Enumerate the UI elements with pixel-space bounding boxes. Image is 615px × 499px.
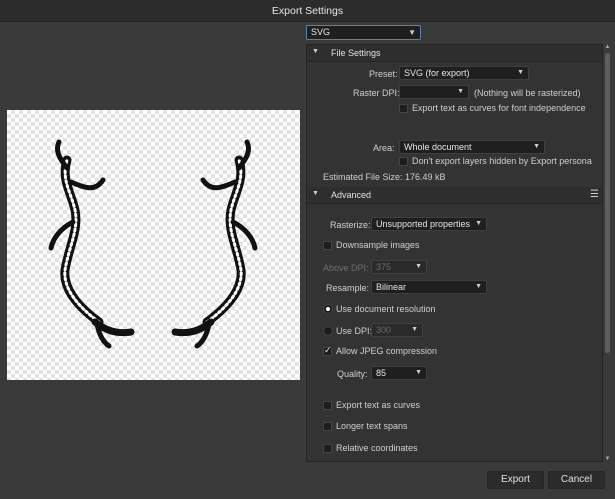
use-dpi-label: Use DPI: xyxy=(336,326,373,336)
format-select[interactable]: SVG ▼ xyxy=(306,25,421,40)
use-document-resolution-label: Use document resolution xyxy=(336,304,436,314)
collapse-arrow-icon: ▼ xyxy=(312,48,319,55)
downsample-label: Downsample images xyxy=(336,240,420,250)
chevron-down-icon: ▼ xyxy=(533,143,540,150)
rasterize-dropdown[interactable]: Unsupported properties ▼ xyxy=(371,217,487,231)
scroll-down-icon[interactable]: ▼ xyxy=(604,456,611,462)
window-title: Export Settings xyxy=(271,5,344,17)
preset-dropdown[interactable]: SVG (for export) ▼ xyxy=(399,66,529,80)
downsample-checkbox[interactable] xyxy=(323,241,332,250)
title-bar: Export Settings xyxy=(0,0,615,22)
raster-note: (Nothing will be rasterized) xyxy=(474,88,581,98)
chevron-down-icon: ▼ xyxy=(475,220,482,227)
resample-label: Resample: xyxy=(326,283,370,293)
chevron-down-icon: ▼ xyxy=(415,369,422,376)
scrollbar[interactable]: ▲ ▼ xyxy=(604,44,611,462)
advanced-header[interactable]: ▼ Advanced ☰ xyxy=(307,187,602,204)
export-text-curves-font-checkbox[interactable] xyxy=(399,104,408,113)
allow-jpeg-checkbox[interactable]: ✓ xyxy=(323,345,332,356)
estimated-file-size: Estimated File Size: 176.49 kB xyxy=(323,172,446,182)
radio-selected-dot xyxy=(326,307,330,311)
longer-text-spans-label: Longer text spans xyxy=(336,421,408,431)
scroll-up-icon[interactable]: ▲ xyxy=(604,44,611,50)
chevron-down-icon: ▼ xyxy=(517,69,524,76)
above-dpi-label: Above DPI: xyxy=(323,263,369,273)
use-dpi-value: 300 xyxy=(376,325,392,335)
resample-dropdown[interactable]: Bilinear ▼ xyxy=(371,280,487,294)
preset-label: Preset: xyxy=(369,69,398,79)
export-text-curves-font-label: Export text as curves for font independe… xyxy=(412,103,586,113)
quality-value: 85 xyxy=(376,368,387,378)
above-dpi-dropdown[interactable]: 375 ▼ xyxy=(371,260,427,274)
file-settings-title: File Settings xyxy=(331,48,381,58)
longer-text-spans-checkbox[interactable] xyxy=(323,422,332,431)
dont-export-hidden-label: Don't export layers hidden by Export per… xyxy=(412,156,592,166)
chevron-down-icon: ▼ xyxy=(457,88,464,95)
quality-label: Quality: xyxy=(337,369,368,379)
above-dpi-value: 375 xyxy=(376,262,392,272)
quality-dropdown[interactable]: 85 ▼ xyxy=(371,366,427,380)
rasterize-label: Rasterize: xyxy=(330,220,371,230)
scrollbar-thumb[interactable] xyxy=(605,53,610,353)
antlers-image xyxy=(48,139,258,349)
raster-dpi-label: Raster DPI: xyxy=(353,88,400,98)
preset-value: SVG (for export) xyxy=(404,68,470,78)
export-preview xyxy=(7,110,300,380)
use-dpi-dropdown[interactable]: 300 ▼ xyxy=(371,323,423,337)
export-text-curves-checkbox[interactable] xyxy=(323,401,332,410)
export-text-curves-label: Export text as curves xyxy=(336,400,421,410)
checkmark-icon: ✓ xyxy=(324,345,332,355)
export-button[interactable]: Export xyxy=(487,471,544,489)
collapse-arrow-icon: ▼ xyxy=(312,190,319,197)
area-label: Area: xyxy=(373,143,395,153)
raster-dpi-dropdown[interactable]: ▼ xyxy=(399,85,469,99)
chevron-down-icon: ▼ xyxy=(415,263,422,270)
format-value: SVG xyxy=(311,27,331,37)
settings-panel[interactable]: ▼ File Settings Preset: SVG (for export)… xyxy=(306,44,603,462)
allow-jpeg-label: Allow JPEG compression xyxy=(336,346,438,356)
menu-icon[interactable]: ☰ xyxy=(590,189,599,200)
chevron-down-icon: ▼ xyxy=(408,28,416,37)
chevron-down-icon: ▼ xyxy=(475,283,482,290)
area-dropdown[interactable]: Whole document ▼ xyxy=(399,140,545,154)
cancel-button[interactable]: Cancel xyxy=(548,471,605,489)
relative-coordinates-checkbox[interactable] xyxy=(323,444,332,453)
area-value: Whole document xyxy=(404,142,472,152)
use-document-resolution-radio[interactable] xyxy=(323,304,333,314)
use-dpi-radio[interactable] xyxy=(323,326,333,336)
relative-coordinates-label: Relative coordinates xyxy=(336,443,418,453)
chevron-down-icon: ▼ xyxy=(411,326,418,333)
advanced-title: Advanced xyxy=(331,190,372,200)
file-settings-header[interactable]: ▼ File Settings xyxy=(307,45,602,62)
rasterize-value: Unsupported properties xyxy=(376,219,471,229)
dont-export-hidden-checkbox[interactable] xyxy=(399,157,408,166)
resample-value: Bilinear xyxy=(376,282,407,292)
